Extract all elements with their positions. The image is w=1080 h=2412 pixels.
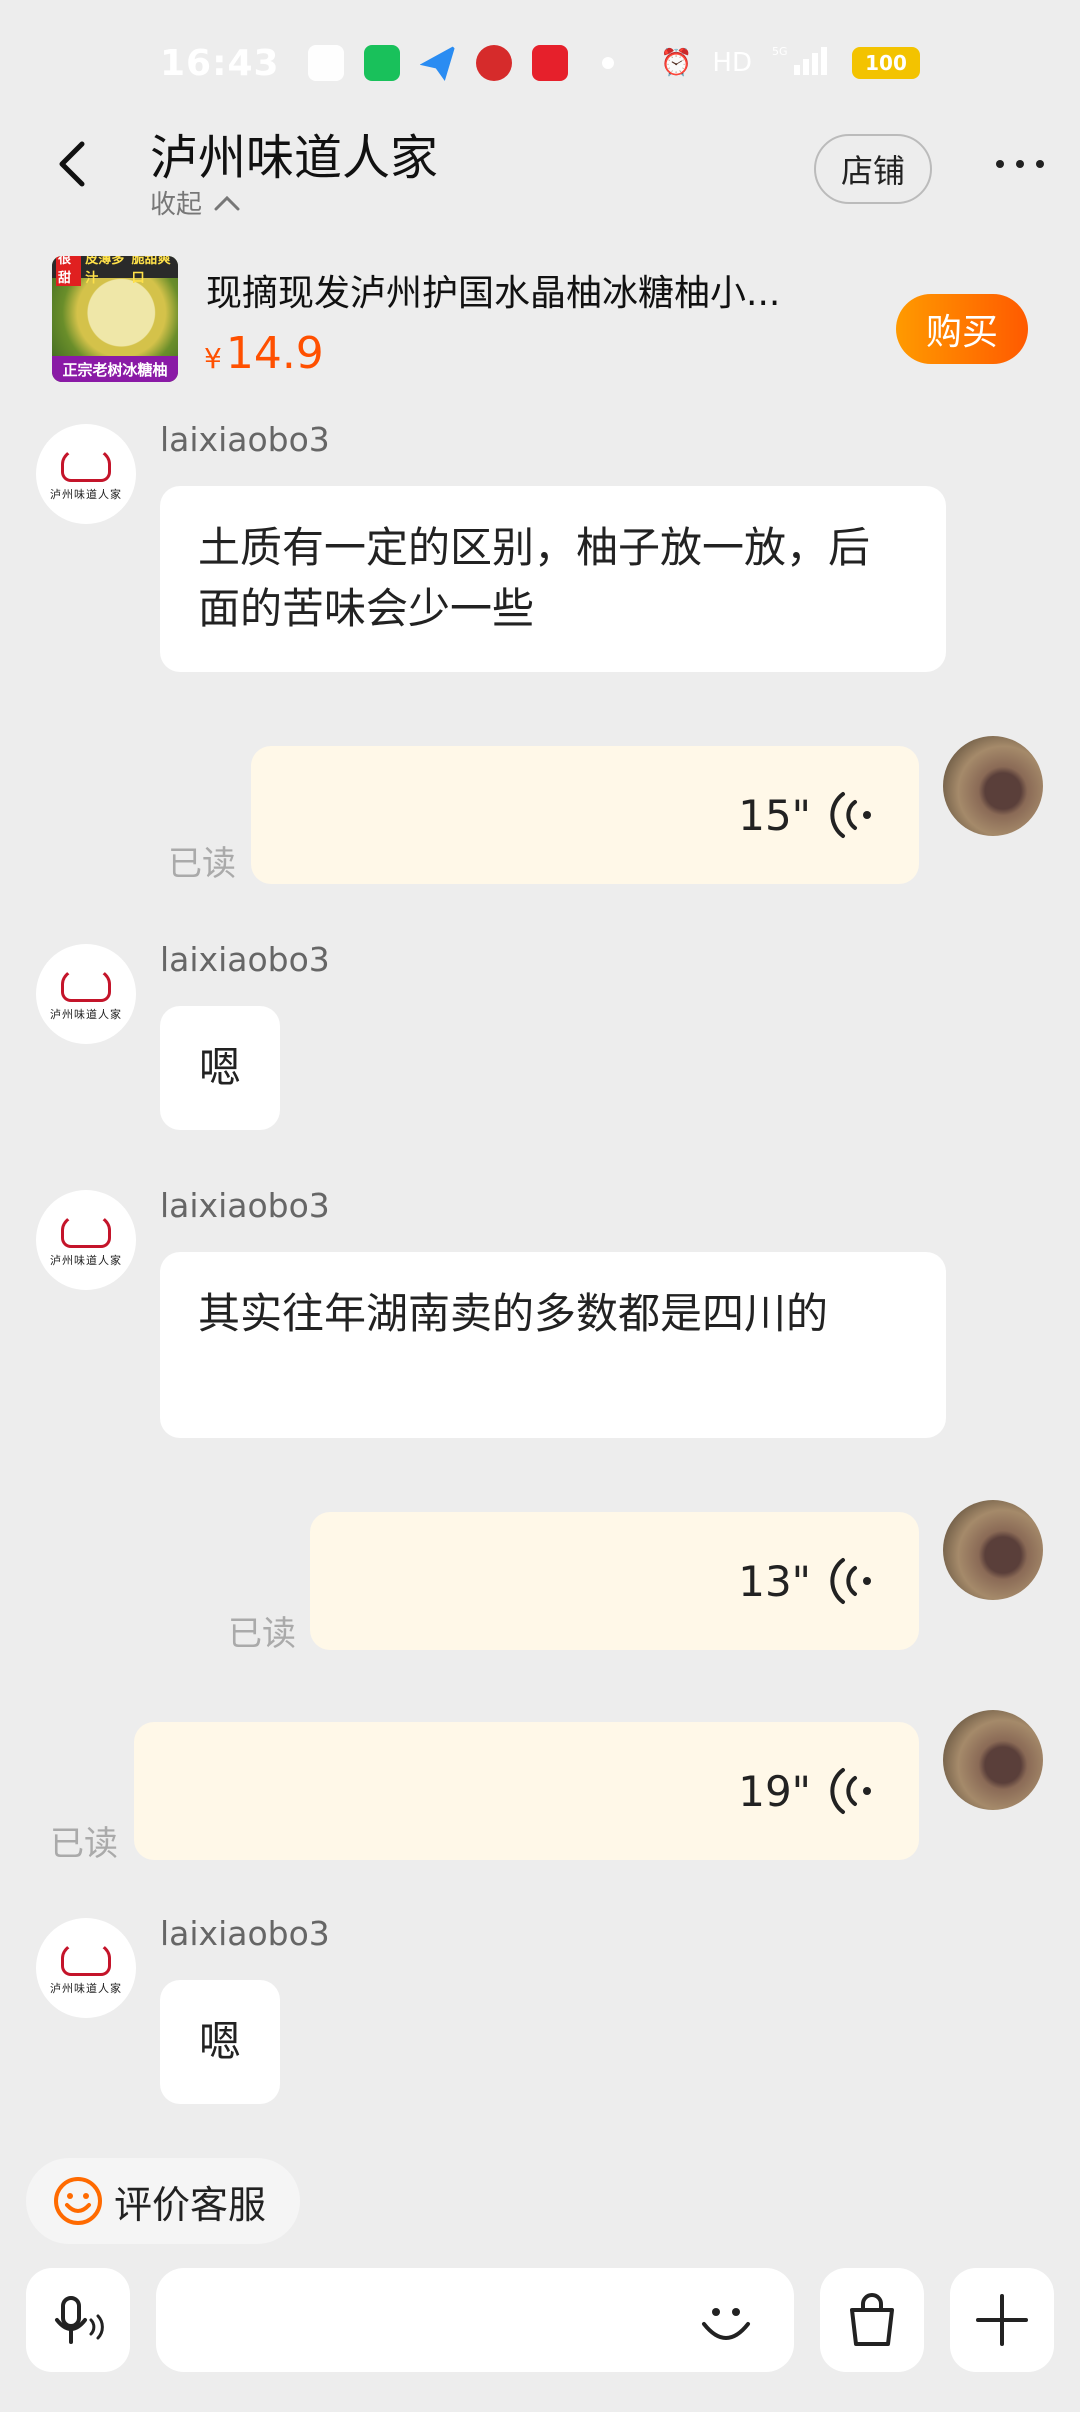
page-title: 泸州味道人家 bbox=[150, 130, 439, 186]
status-time: 16:43 bbox=[160, 42, 280, 84]
app-notification-icon bbox=[307, 45, 344, 81]
status-bar: 16:43 ⏰ HD 5G 100 bbox=[0, 0, 1080, 126]
voice-wave-icon bbox=[830, 792, 871, 838]
battery-icon: 100 bbox=[852, 47, 920, 79]
input-bar bbox=[0, 2268, 1080, 2378]
read-status: 已读 bbox=[168, 844, 236, 884]
voice-input-button[interactable] bbox=[26, 2268, 130, 2372]
product-name: 现摘现发泸州护国水晶柚冰糖柚小... bbox=[206, 273, 781, 314]
telegram-icon bbox=[419, 45, 456, 81]
shopping-bag-button[interactable] bbox=[820, 2268, 924, 2372]
avatar[interactable] bbox=[943, 736, 1043, 836]
more-options-icon[interactable] bbox=[996, 152, 1044, 176]
voice-message-bubble[interactable]: 19" bbox=[134, 1722, 919, 1860]
voice-duration: 15" bbox=[738, 790, 811, 840]
message-bubble[interactable]: 嗯 bbox=[160, 1006, 280, 1130]
voice-wave-icon bbox=[830, 1558, 871, 1604]
avatar[interactable]: 泸州味道人家 bbox=[36, 1918, 136, 2018]
voice-message-bubble[interactable]: 13" bbox=[310, 1512, 919, 1650]
app-notification-icon bbox=[475, 45, 512, 81]
voice-duration: 13" bbox=[738, 1556, 811, 1606]
voice-wave-icon bbox=[830, 1768, 871, 1814]
product-card[interactable]: 很甜 皮薄多汁 脆甜爽口 正宗老树冰糖柚 现摘现发泸州护国水晶柚冰糖柚小... … bbox=[0, 250, 1080, 392]
voice-message-bubble[interactable]: 15" bbox=[251, 746, 919, 884]
signal-icon: 5G bbox=[772, 43, 832, 84]
microphone-icon bbox=[55, 2296, 104, 2344]
avatar[interactable]: 泸州味道人家 bbox=[36, 1190, 136, 1290]
avatar[interactable]: 泸州味道人家 bbox=[36, 944, 136, 1044]
message-bubble[interactable]: 嗯 bbox=[160, 1980, 280, 2104]
notification-icons bbox=[307, 45, 614, 81]
plus-icon bbox=[976, 2294, 1028, 2346]
product-price: ¥ 14.9 bbox=[204, 328, 324, 379]
shopping-bag-icon bbox=[850, 2293, 894, 2346]
hd-icon: HD bbox=[712, 48, 752, 78]
sender-name: laixiaobo3 bbox=[160, 1914, 330, 1953]
chevron-up-icon bbox=[214, 195, 240, 210]
voice-duration: 19" bbox=[738, 1766, 811, 1816]
rate-service-label: 评价客服 bbox=[114, 2182, 267, 2227]
collapse-label: 收起 bbox=[150, 190, 203, 220]
collapse-toggle[interactable]: 收起 bbox=[150, 184, 240, 221]
chat-header: 泸州味道人家 收起 店铺 bbox=[0, 118, 1080, 238]
read-status: 已读 bbox=[50, 1824, 118, 1864]
read-status: 已读 bbox=[228, 1614, 296, 1654]
rate-service-button[interactable]: 评价客服 bbox=[26, 2158, 300, 2244]
avatar[interactable] bbox=[943, 1710, 1043, 1810]
alarm-icon: ⏰ bbox=[660, 48, 693, 78]
avatar[interactable] bbox=[943, 1500, 1043, 1600]
add-button[interactable] bbox=[950, 2268, 1054, 2372]
more-notifications-dot bbox=[601, 57, 614, 69]
sender-name: laixiaobo3 bbox=[160, 1186, 330, 1225]
taobao-icon bbox=[531, 45, 568, 81]
smiley-icon bbox=[54, 2177, 102, 2225]
product-image: 很甜 皮薄多汁 脆甜爽口 正宗老树冰糖柚 bbox=[52, 256, 178, 382]
back-button[interactable] bbox=[48, 140, 96, 188]
message-bubble[interactable]: 其实往年湖南卖的多数都是四川的 bbox=[160, 1252, 946, 1438]
5g-label: 5G bbox=[772, 45, 788, 58]
buy-button[interactable]: 购买 bbox=[896, 294, 1028, 364]
back-arrow-icon bbox=[59, 141, 85, 187]
message-bubble[interactable]: 土质有一定的区别，柚子放一放，后面的苦味会少一些 bbox=[160, 486, 946, 672]
app-notification-icon bbox=[363, 45, 400, 81]
avatar[interactable]: 泸州味道人家 bbox=[36, 424, 136, 524]
emoji-icon[interactable] bbox=[698, 2294, 754, 2350]
sender-name: laixiaobo3 bbox=[160, 420, 330, 459]
store-button[interactable]: 店铺 bbox=[814, 134, 932, 204]
sender-name: laixiaobo3 bbox=[160, 940, 330, 979]
